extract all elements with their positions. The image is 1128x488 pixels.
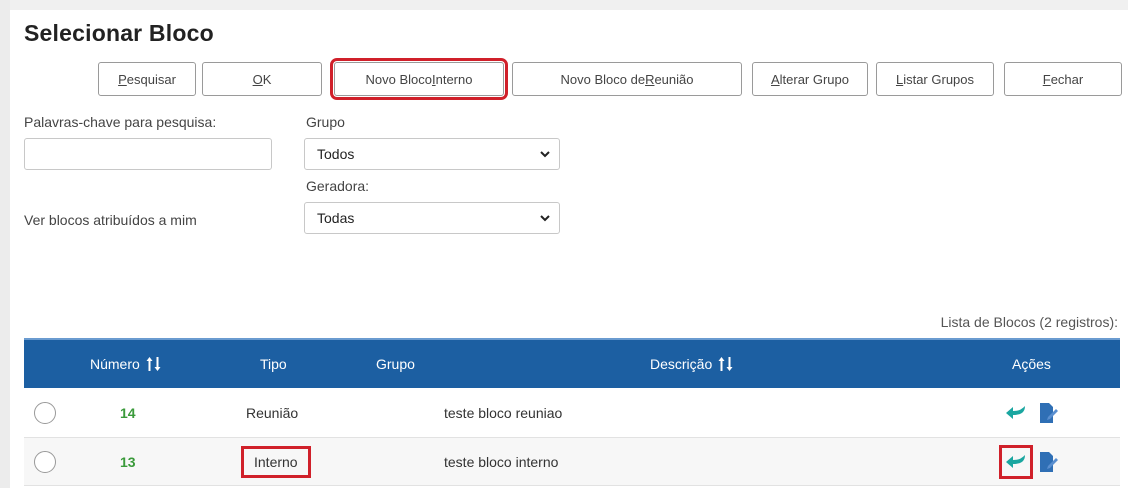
include-block-icon[interactable] <box>999 444 1033 479</box>
button-label-post: echar <box>1050 71 1084 87</box>
keywords-label: Palavras-chave para pesquisa: <box>24 114 217 130</box>
ok-button[interactable]: OK <box>202 62 322 96</box>
sort-up-icon <box>146 357 153 371</box>
list-groups-button[interactable]: Listar Grupos <box>876 62 994 96</box>
edit-block-icon[interactable] <box>1036 450 1060 474</box>
button-label-post: lterar Grupo <box>779 71 850 87</box>
column-acoes: Ações <box>1012 356 1051 372</box>
left-border <box>0 0 10 488</box>
arrow-return-icon <box>1006 405 1025 419</box>
row-descricao: teste bloco interno <box>444 453 559 470</box>
group-select[interactable]: Todos <box>304 138 560 170</box>
generator-label: Geradora: <box>306 178 370 194</box>
blocks-table: Número Tipo Grupo Descrição Ações 14 Reu… <box>24 338 1120 486</box>
chevron-down-icon <box>540 215 550 222</box>
sort-arrows-icon[interactable] <box>718 356 733 372</box>
include-block-icon[interactable] <box>1004 401 1028 425</box>
generator-select[interactable]: Todas <box>304 202 560 234</box>
button-label-post: nterno <box>435 71 473 87</box>
sort-arrows-icon[interactable] <box>146 356 161 372</box>
button-label-accesskey: O <box>252 71 263 87</box>
button-label-pre: Novo Bloco <box>365 71 432 87</box>
column-numero-label: Número <box>90 356 140 372</box>
column-descricao-label: Descrição <box>650 356 713 372</box>
row-numero: 13 <box>120 453 136 470</box>
button-label-post: K <box>262 71 272 87</box>
table-row[interactable]: 13 Interno teste bloco interno <box>24 438 1120 486</box>
button-label-post: eunião <box>654 71 694 87</box>
button-label-accesskey: R <box>645 71 655 87</box>
new-internal-block-button[interactable]: Novo Bloco Interno <box>330 58 508 100</box>
group-label: Grupo <box>306 114 345 130</box>
button-label-post: esquisar <box>126 71 176 87</box>
row-radio[interactable] <box>34 401 56 424</box>
generator-select-value: Todas <box>317 210 355 226</box>
new-meeting-block-button[interactable]: Novo Bloco de Reunião <box>512 62 742 96</box>
edit-block-icon[interactable] <box>1036 401 1060 425</box>
button-label-accesskey: A <box>770 71 780 87</box>
change-group-button[interactable]: Alterar Grupo <box>752 62 868 96</box>
sort-down-icon <box>726 357 733 371</box>
button-label-pre: Novo Bloco de <box>560 71 646 87</box>
column-tipo: Tipo <box>260 356 287 372</box>
close-button[interactable]: Fechar <box>1004 62 1122 96</box>
column-numero[interactable]: Número <box>90 340 161 388</box>
arrow-return-icon <box>1006 454 1025 468</box>
edit-document-icon <box>1040 402 1058 423</box>
button-label-accesskey: F <box>1042 71 1051 87</box>
row-tipo: Interno <box>241 445 311 478</box>
assigned-to-me-link[interactable]: Ver blocos atribuídos a mim <box>24 212 197 228</box>
row-numero: 14 <box>120 404 136 421</box>
button-label-accesskey: L <box>895 71 904 87</box>
column-descricao[interactable]: Descrição <box>650 340 733 388</box>
sort-up-icon <box>718 357 725 371</box>
button-label-accesskey: P <box>118 71 127 87</box>
group-select-value: Todos <box>317 146 355 162</box>
search-button[interactable]: Pesquisar <box>98 62 196 96</box>
page-title: Selecionar Bloco <box>24 20 214 46</box>
column-grupo: Grupo <box>376 356 415 372</box>
top-border <box>0 0 1128 10</box>
table-header: Número Tipo Grupo Descrição Ações <box>24 338 1120 388</box>
list-caption: Lista de Blocos (2 registros): <box>940 314 1118 330</box>
keywords-input[interactable] <box>24 138 272 170</box>
chevron-down-icon <box>540 151 550 158</box>
sort-down-icon <box>154 357 161 371</box>
row-tipo: Reunião <box>246 404 299 421</box>
edit-document-icon <box>1040 451 1058 472</box>
table-row[interactable]: 14 Reunião teste bloco reuniao <box>24 388 1120 438</box>
row-descricao: teste bloco reuniao <box>444 404 563 421</box>
button-label-post: istar Grupos <box>903 71 975 87</box>
row-radio[interactable] <box>34 450 56 473</box>
